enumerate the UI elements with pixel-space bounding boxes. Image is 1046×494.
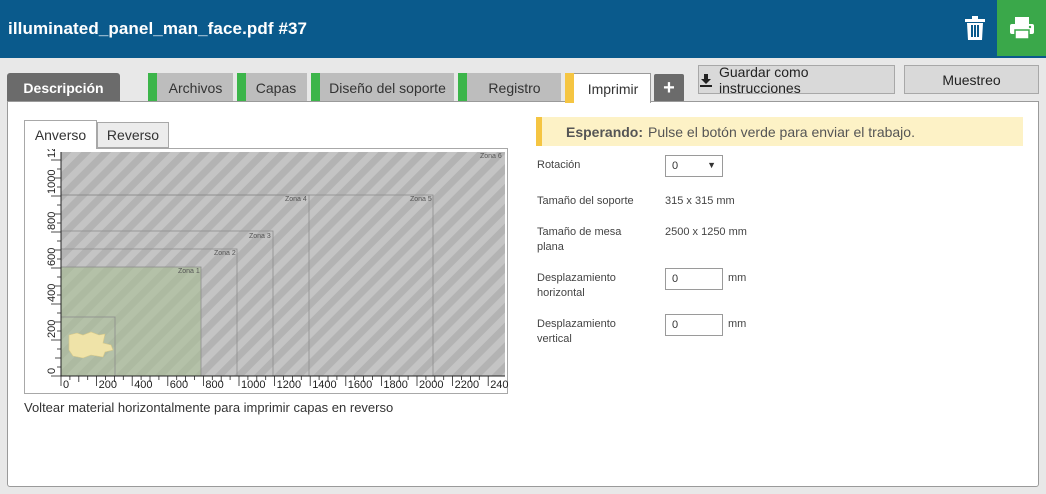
table-size-value: 2500 x 1250 mm — [665, 226, 747, 238]
x-tick-label: 400 — [134, 379, 152, 391]
app-header: illuminated_panel_man_face.pdf #37 — [0, 0, 1046, 58]
status-notice: Esperando: Pulse el botón verde para env… — [536, 117, 1023, 146]
tab-label: Imprimir — [587, 80, 639, 97]
tab-label: Archivos — [168, 79, 223, 96]
x-tick-label: 240 — [490, 379, 508, 391]
tab-imprimir[interactable]: Imprimir — [565, 73, 651, 103]
y-tick-label: 400 — [46, 284, 58, 302]
document-title: illuminated_panel_man_face.pdf #37 — [8, 19, 308, 38]
zone-4-label: Zona 4 — [285, 196, 307, 203]
tab-descripcion[interactable]: Descripción — [7, 73, 120, 102]
y-axis: 0 200 400 600 800 1000 1200 — [46, 149, 61, 377]
y-tick-label: 800 — [46, 212, 58, 230]
rotation-value: 0 — [672, 160, 679, 172]
tab-diseno-soporte[interactable]: Diseño del soporte — [311, 73, 454, 102]
save-as-instructions-button[interactable]: Guardar como instrucciones — [698, 63, 895, 96]
printer-icon — [1009, 17, 1034, 40]
tab-label: Registro — [488, 79, 541, 96]
print-button[interactable] — [997, 0, 1046, 56]
x-tick-label: 1000 — [241, 379, 265, 391]
x-axis: 0 200 400 600 800 1000 1200 1400 1600 1800 2000 220… — [60, 376, 509, 391]
flip-caption: Voltear material horizontalmente para im… — [24, 400, 394, 415]
v-offset-input[interactable] — [665, 314, 723, 336]
chevron-down-icon: ▼ — [707, 160, 716, 170]
trash-icon — [965, 16, 985, 40]
x-tick-label: 1400 — [312, 379, 336, 391]
zone-2-label: Zona 2 — [214, 250, 236, 257]
rotation-select[interactable]: 0 ▼ — [665, 155, 723, 177]
download-icon — [700, 73, 712, 87]
zone-1-area — [61, 267, 201, 376]
add-tab-button[interactable]: + — [654, 74, 684, 102]
h-offset-input[interactable] — [665, 268, 723, 290]
bed-preview-canvas: Zona 1 Zona 2 Zona 3 Zona 4 Zona 5 Zona … — [46, 149, 509, 391]
y-tick-label: 0 — [46, 368, 58, 374]
v-offset-unit: mm — [728, 318, 747, 330]
x-tick-label: 200 — [99, 379, 117, 391]
x-tick-label: 600 — [170, 379, 188, 391]
v-offset-label: Desplazamiento vertical — [537, 318, 616, 345]
x-tick-label: 1200 — [277, 379, 301, 391]
x-tick-label: 2200 — [455, 379, 479, 391]
notice-status: Esperando: — [566, 123, 644, 140]
zone-5-label: Zona 5 — [410, 196, 432, 203]
tab-label: Capas — [255, 79, 297, 96]
x-tick-label: 800 — [205, 379, 223, 391]
table-size-label: Tamaño de mesa plana — [537, 226, 622, 253]
x-tick-label: 0 — [63, 379, 69, 391]
delete-button[interactable] — [955, 8, 995, 48]
zone-6-label: Zona 6 — [480, 153, 502, 160]
notice-text: Pulse el botón verde para enviar el trab… — [648, 123, 915, 140]
y-tick-label: 600 — [46, 248, 58, 266]
bed-preview[interactable]: Zona 1 Zona 2 Zona 3 Zona 4 Zona 5 Zona … — [24, 148, 509, 394]
tab-reverso[interactable]: Reverso — [97, 122, 169, 148]
x-tick-label: 1600 — [348, 379, 372, 391]
x-tick-label: 2000 — [419, 379, 443, 391]
x-tick-label: 1800 — [383, 379, 407, 391]
rotation-label: Rotación — [537, 159, 581, 171]
tab-label: Diseño del soporte — [329, 79, 446, 96]
h-offset-label: Desplazamiento horizontal — [537, 272, 616, 299]
sample-button[interactable]: Muestreo — [904, 65, 1039, 94]
save-label: Guardar como instrucciones — [719, 63, 809, 96]
tab-capas[interactable]: Capas — [237, 73, 307, 102]
h-offset-unit: mm — [728, 272, 747, 284]
tab-archivos[interactable]: Archivos — [148, 73, 233, 102]
y-tick-label: 200 — [46, 320, 58, 338]
zone-1-label: Zona 1 — [178, 268, 200, 275]
media-size-value: 315 x 315 mm — [665, 195, 735, 207]
y-tick-label: 1200 — [46, 149, 58, 158]
tab-anverso[interactable]: Anverso — [24, 120, 97, 149]
y-tick-label: 1000 — [46, 170, 58, 194]
zone-3-label: Zona 3 — [249, 233, 271, 240]
media-size-label: Tamaño del soporte — [537, 195, 634, 207]
tab-registro[interactable]: Registro — [458, 73, 561, 102]
